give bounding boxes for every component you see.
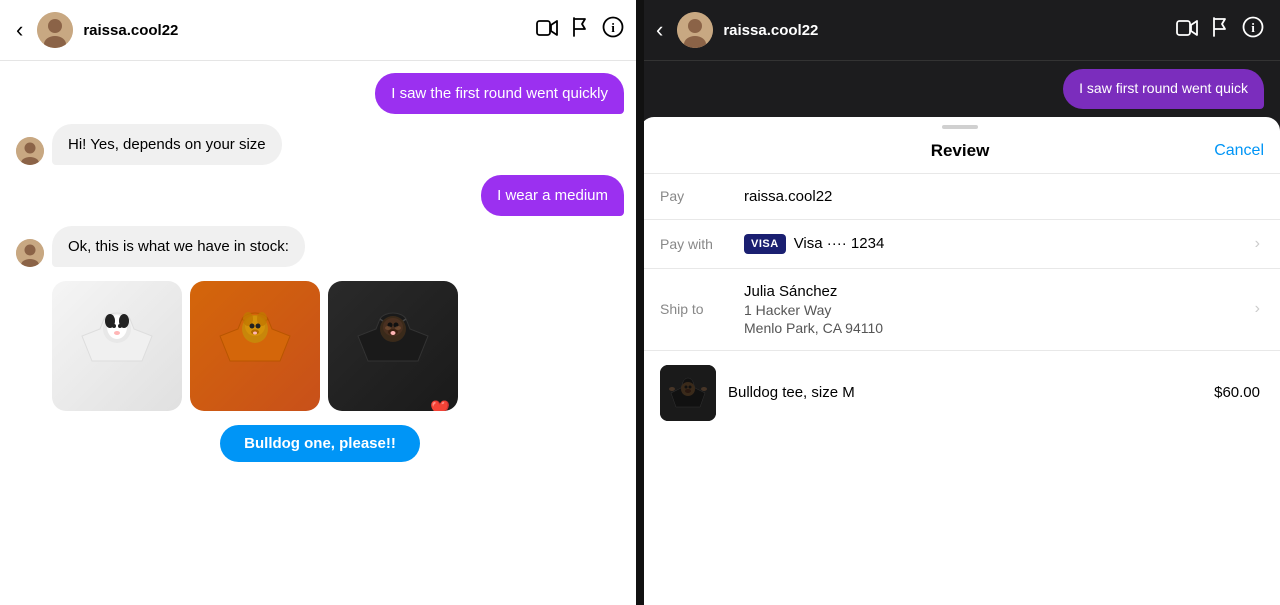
right-header: ‹ raissa.cool22 xyxy=(640,0,1280,61)
chat-area: I saw the first round went quickly Hi! Y… xyxy=(0,61,640,605)
ship-to-label: Ship to xyxy=(660,301,732,317)
pay-label: Pay xyxy=(660,188,732,204)
product-thumb-white[interactable] xyxy=(52,281,182,411)
avatar-small xyxy=(16,137,44,165)
message-row: I wear a medium xyxy=(16,175,624,216)
received-bubble-1: Hi! Yes, depends on your size xyxy=(52,124,282,165)
cta-button[interactable]: Bulldog one, please!! xyxy=(220,425,420,462)
address-line3: Menlo Park, CA 94110 xyxy=(744,320,1243,336)
sent-bubble-1: I saw the first round went quickly xyxy=(375,73,624,114)
sheet-title: Review xyxy=(931,141,990,161)
right-header-icons: i xyxy=(1176,16,1264,44)
product-thumb-orange[interactable] xyxy=(190,281,320,411)
address-line1: Julia Sánchez xyxy=(744,283,1243,300)
product-price: $60.00 xyxy=(1214,384,1260,401)
message-row: Ok, this is what we have in stock: xyxy=(16,226,624,267)
pay-with-value: VISA Visa ···· 1234 xyxy=(744,234,1243,254)
visa-badge: VISA xyxy=(744,234,786,254)
back-button[interactable]: ‹ xyxy=(16,17,23,43)
right-video-icon[interactable] xyxy=(1176,19,1198,42)
pay-with-chevron: › xyxy=(1255,235,1260,253)
ship-to-row[interactable]: Ship to Julia Sánchez 1 Hacker Way Menlo… xyxy=(640,268,1280,350)
header-icons: i xyxy=(536,16,624,44)
pay-row: Pay raissa.cool22 xyxy=(640,173,1280,219)
right-info-icon[interactable]: i xyxy=(1242,16,1264,44)
pay-with-row[interactable]: Pay with VISA Visa ···· 1234 › xyxy=(640,219,1280,268)
info-icon[interactable]: i xyxy=(602,16,624,44)
message-row: I saw the first round went quickly xyxy=(16,73,624,114)
partial-sent-bubble: I saw first round went quick xyxy=(1063,69,1264,109)
flag-icon[interactable] xyxy=(572,17,588,43)
left-header: ‹ raissa.cool22 xyxy=(0,0,640,61)
ship-to-address: Julia Sánchez 1 Hacker Way Menlo Park, C… xyxy=(744,283,1243,336)
message-row: Hi! Yes, depends on your size xyxy=(16,124,624,165)
review-sheet: Review Cancel Pay raissa.cool22 Pay with… xyxy=(640,117,1280,605)
right-flag-icon[interactable] xyxy=(1212,17,1228,43)
sheet-handle xyxy=(942,125,978,129)
username-label: raissa.cool22 xyxy=(83,22,526,39)
avatar xyxy=(37,12,73,48)
pay-value: raissa.cool22 xyxy=(744,188,1260,205)
right-phone: ‹ raissa.cool22 xyxy=(640,0,1280,605)
address-line2: 1 Hacker Way xyxy=(744,302,1243,318)
right-avatar xyxy=(677,12,713,48)
video-icon[interactable] xyxy=(536,19,558,42)
svg-text:i: i xyxy=(1251,20,1255,35)
heart-reaction: ❤️ xyxy=(430,399,450,411)
received-bubble-2: Ok, this is what we have in stock: xyxy=(52,226,305,267)
left-phone: ‹ raissa.cool22 xyxy=(0,0,640,605)
avatar-small-2 xyxy=(16,239,44,267)
pay-with-label: Pay with xyxy=(660,236,732,252)
product-review-row: Bulldog tee, size M $60.00 xyxy=(640,350,1280,435)
card-value: Visa ···· 1234 xyxy=(794,235,1243,252)
product-thumb-black[interactable]: ❤️ xyxy=(328,281,458,411)
partial-message-row: I saw first round went quick xyxy=(640,61,1280,109)
svg-text:i: i xyxy=(611,20,615,35)
products-row: ❤️ xyxy=(52,281,624,411)
product-thumb-sm xyxy=(660,365,716,421)
sent-bubble-2: I wear a medium xyxy=(481,175,624,216)
product-name: Bulldog tee, size M xyxy=(728,384,855,401)
phone-divider xyxy=(636,0,644,605)
sheet-cancel-button[interactable]: Cancel xyxy=(1214,142,1264,160)
right-username-label: raissa.cool22 xyxy=(723,22,1166,39)
ship-to-chevron: › xyxy=(1255,300,1260,318)
product-info: Bulldog tee, size M $60.00 xyxy=(728,384,1260,401)
right-back-button[interactable]: ‹ xyxy=(656,17,663,43)
sheet-header: Review Cancel xyxy=(640,133,1280,173)
